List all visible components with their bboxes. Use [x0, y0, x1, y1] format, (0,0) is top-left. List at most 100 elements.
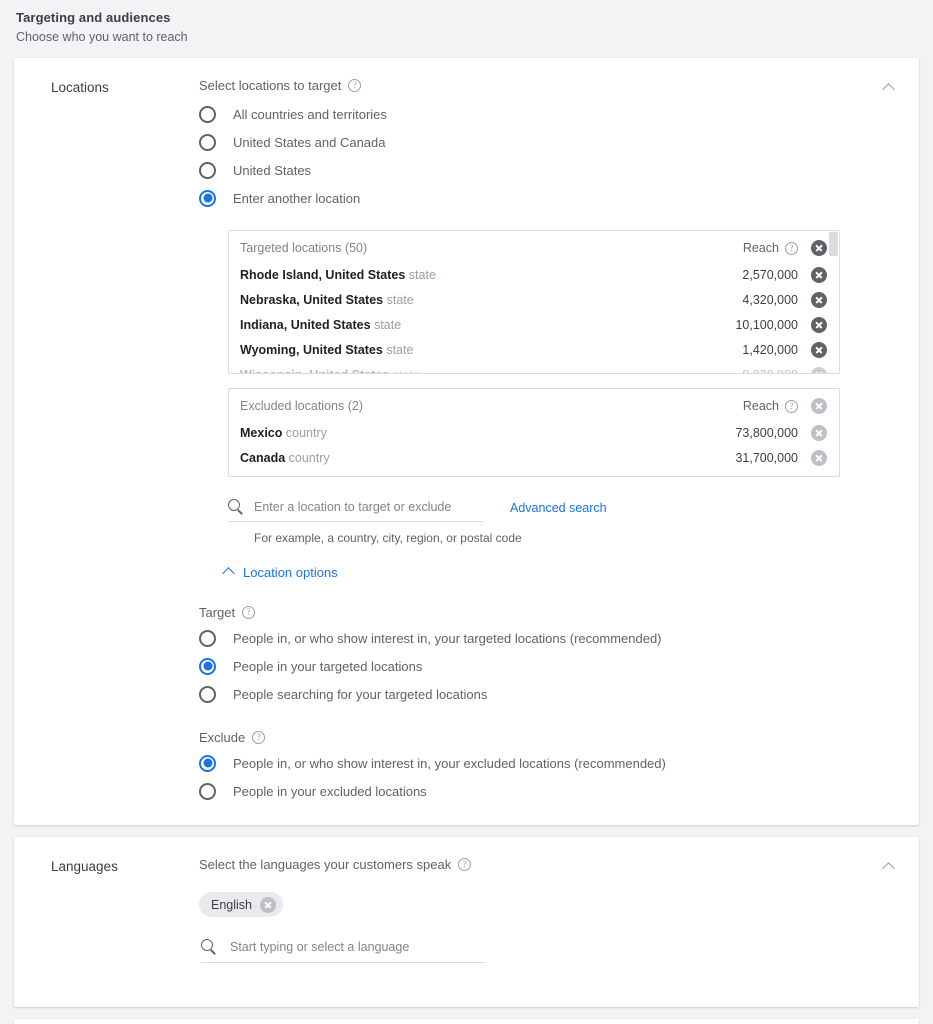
radio-target-presence[interactable]: People in your targeted locations — [199, 652, 869, 680]
location-search-placeholder: Enter a location to target or exclude — [254, 499, 452, 514]
location-type: state — [386, 342, 414, 357]
location-type: state — [408, 267, 436, 282]
target-heading-row: Target ? — [199, 605, 869, 620]
table-row: Mexico country 73,800,000 — [229, 420, 839, 445]
radio-circle-selected — [199, 189, 216, 207]
exclude-subsection: Exclude ? People in, or who show interes… — [199, 730, 869, 805]
locations-prompt-row: Select locations to target ? — [199, 78, 869, 93]
language-chip-english[interactable]: English — [199, 892, 283, 917]
radio-label: Enter another location — [233, 190, 361, 206]
remove-location-button[interactable] — [811, 291, 827, 308]
radio-target-interest[interactable]: People in, or who show interest in, your… — [199, 624, 869, 652]
radio-enter-another-location[interactable]: Enter another location — [199, 184, 869, 212]
radio-label: All countries and territories — [233, 106, 387, 122]
location-search-row: Enter a location to target or exclude Ad… — [228, 499, 869, 522]
radio-label: People searching for your targeted locat… — [233, 686, 488, 702]
table-row: Rhode Island, United States state 2,570,… — [229, 262, 839, 287]
help-icon[interactable]: ? — [785, 241, 798, 255]
search-icon — [201, 939, 216, 954]
languages-prompt: Select the languages your customers spea… — [199, 857, 452, 872]
locations-collapse-button[interactable] — [875, 74, 903, 102]
help-icon[interactable]: ? — [785, 399, 798, 413]
locations-card-body: Select locations to target ? All countri… — [199, 78, 919, 805]
scrollbar-thumb[interactable] — [829, 232, 838, 256]
location-name: Nebraska, United States state — [240, 292, 414, 307]
language-search-field[interactable]: Start typing or select a language — [201, 939, 486, 963]
table-row: Nebraska, United States state 4,320,000 — [229, 287, 839, 312]
location-search-hint: For example, a country, city, region, or… — [254, 531, 522, 545]
radio-label: People in, or who show interest in, your… — [233, 630, 662, 646]
targeted-locations-header: Targeted locations (50) Reach ? — [229, 234, 839, 262]
reach-header-label: Reach — [742, 241, 779, 255]
languages-card-body: Select the languages your customers spea… — [199, 857, 919, 963]
radio-exclude-presence[interactable]: People in your excluded locations — [199, 777, 869, 805]
radio-united-states[interactable]: United States — [199, 156, 869, 184]
location-type: state — [386, 292, 414, 307]
location-options-toggle[interactable]: Location options — [224, 565, 869, 580]
excluded-locations-header: Excluded locations (2) Reach ? — [229, 392, 839, 420]
radio-circle-selected — [199, 754, 216, 772]
location-type: state — [374, 317, 402, 332]
location-reach: 31,700,000 — [735, 450, 798, 465]
targeted-locations-scrollbar[interactable] — [829, 232, 838, 373]
excluded-locations-box: Excluded locations (2) Reach ? Mexico co… — [228, 388, 840, 477]
page-title: Targeting and audiences — [16, 10, 171, 25]
help-icon[interactable]: ? — [242, 606, 256, 619]
location-search-field[interactable]: Enter a location to target or exclude — [228, 499, 483, 522]
target-heading: Target — [199, 605, 236, 620]
radio-label: People in, or who show interest in, your… — [233, 755, 666, 771]
radio-label: United States — [233, 162, 312, 178]
radio-circle — [199, 161, 216, 179]
location-name: Wyoming, United States state — [240, 342, 414, 357]
location-reach: 2,570,000 — [742, 267, 798, 282]
location-type: state — [393, 368, 420, 374]
page-header: Targeting and audiences Choose who you w… — [0, 0, 933, 58]
table-row: Wisconsin, United States state 9,930,000 — [229, 362, 839, 374]
remove-location-button[interactable] — [811, 424, 827, 441]
remove-location-button[interactable] — [811, 341, 827, 358]
chevron-up-icon — [884, 83, 895, 94]
radio-exclude-interest[interactable]: People in, or who show interest in, your… — [199, 749, 869, 777]
radio-circle — [199, 685, 216, 703]
radio-us-and-canada[interactable]: United States and Canada — [199, 128, 869, 156]
languages-card-label: Languages — [51, 859, 118, 874]
table-row: Indiana, United States state 10,100,000 — [229, 312, 839, 337]
targeted-locations-box: Targeted locations (50) Reach ? Rhode Is… — [228, 230, 840, 374]
help-icon[interactable]: ? — [348, 79, 362, 92]
targeted-locations-title: Targeted locations (50) — [240, 241, 368, 255]
radio-all-countries[interactable]: All countries and territories — [199, 100, 869, 128]
remove-location-button[interactable] — [811, 449, 827, 466]
reach-header: Reach ? — [743, 399, 798, 413]
remove-location-button[interactable] — [811, 316, 827, 333]
location-options-label: Location options — [243, 565, 338, 580]
locations-card: Locations Select locations to target ? A… — [14, 58, 919, 825]
audiences-card[interactable]: Audiences Select audiences to add to you… — [14, 1019, 919, 1024]
remove-location-button[interactable] — [811, 266, 827, 283]
remove-language-button[interactable] — [260, 896, 276, 913]
location-reach: 9,930,000 — [742, 368, 798, 374]
remove-location-button[interactable] — [811, 366, 827, 373]
languages-collapse-button[interactable] — [875, 853, 903, 881]
location-name: Canada country — [240, 450, 330, 465]
location-name: Mexico country — [240, 425, 327, 440]
target-subsection: Target ? People in, or who show interest… — [199, 605, 869, 708]
location-type: country — [285, 425, 327, 440]
help-icon[interactable]: ? — [252, 731, 266, 744]
targeting-and-audiences-page: Targeting and audiences Choose who you w… — [0, 0, 933, 1024]
location-reach: 1,420,000 — [742, 342, 798, 357]
location-name: Indiana, United States state — [240, 317, 402, 332]
remove-all-targeted-button[interactable] — [811, 240, 827, 256]
radio-label: People in your excluded locations — [233, 783, 427, 799]
languages-card: Languages Select the languages your cust… — [14, 837, 919, 1007]
remove-all-excluded-button[interactable] — [811, 398, 827, 414]
table-row: Canada country 31,700,000 — [229, 445, 839, 470]
radio-label: United States and Canada — [233, 134, 386, 150]
language-chip-label: English — [211, 897, 252, 912]
advanced-search-link[interactable]: Advanced search — [510, 501, 607, 522]
excluded-locations-title: Excluded locations (2) — [240, 399, 363, 413]
radio-circle-selected — [199, 657, 216, 675]
help-icon[interactable]: ? — [458, 858, 472, 871]
radio-circle — [199, 133, 216, 151]
location-reach: 4,320,000 — [742, 292, 798, 307]
radio-target-search-interest[interactable]: People searching for your targeted locat… — [199, 680, 869, 708]
